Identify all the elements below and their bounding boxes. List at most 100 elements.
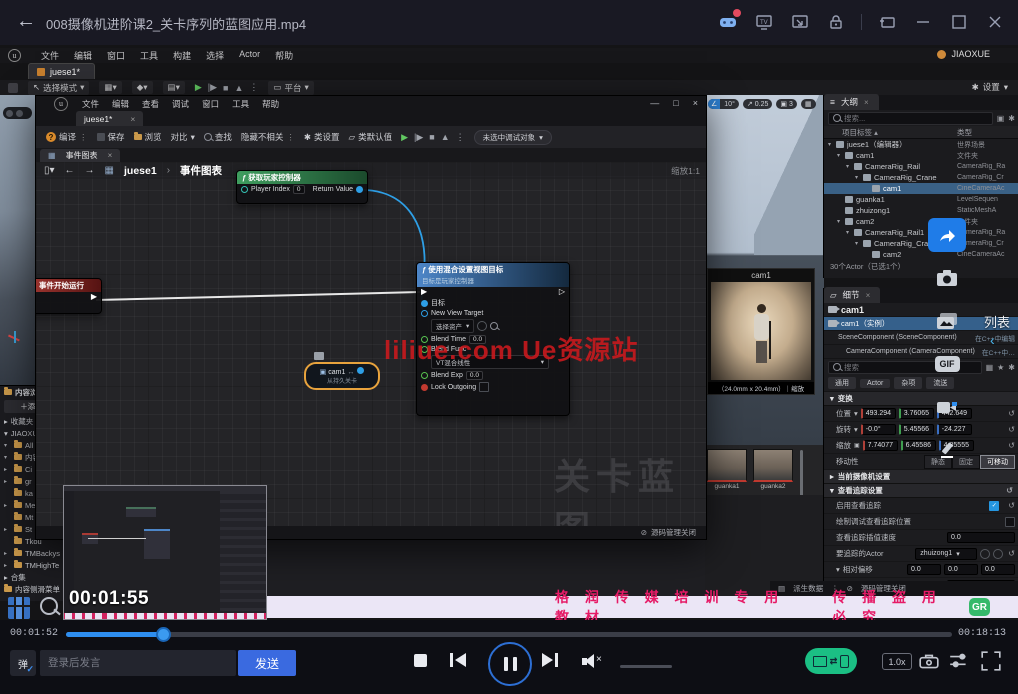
expand-arrow-icon[interactable]: ▾ [846,163,854,170]
viewport-mini-toolbar[interactable] [3,107,32,119]
outliner-row[interactable]: cam1 CineCameraAc [824,183,1018,194]
close-button[interactable] [984,11,1006,33]
expand-arrow-icon[interactable]: ▾ [828,141,836,148]
star-icon[interactable]: ★ [997,363,1004,372]
component-row[interactable]: SceneComponent (SceneComponent)在C++中编辑 [824,331,1018,345]
blueprint-menu-item[interactable]: 编辑 [112,98,129,110]
outliner-row[interactable]: ▾ CameraRig_Rail CameraRig_Ra [824,161,1018,172]
screenshot-button[interactable] [928,261,966,295]
back-button[interactable]: ← [16,10,36,33]
tv-cast-icon[interactable]: TV [753,11,775,33]
compile-button[interactable]: ?编译⋮ [46,131,88,143]
expand-arrow-icon[interactable]: ▾ [837,218,845,225]
expand-arrow-icon[interactable]: ▾ [4,442,11,449]
exec-out-pin[interactable]: ▶ [91,293,97,301]
exec-in-pin[interactable]: ▶ [421,288,427,296]
save-button[interactable]: 保存 [97,131,125,143]
ue-menu-item[interactable]: 构建 [173,49,191,62]
search-overlay-icon[interactable] [40,597,58,615]
ue-settings-button[interactable]: ✱设置▾ [972,81,1008,93]
chevron-down-icon[interactable]: ▾ [836,565,840,574]
reset-icon[interactable]: ↺ [1008,425,1015,434]
expand-arrow-icon[interactable]: ▾ [846,229,854,236]
ue-menu-item[interactable]: 文件 [41,49,59,62]
details-tab[interactable]: ▱细节× [824,287,880,303]
platforms-dropdown[interactable]: ▭平台▾ [268,81,313,95]
more-options-icon[interactable]: ⋮ [249,82,258,93]
ue-menu-item[interactable]: 帮助 [275,49,293,62]
save-level-icon[interactable] [8,83,18,93]
danmaku-toggle[interactable]: 弹✓ [10,650,36,676]
outliner-search-input[interactable]: 搜索... [828,112,993,125]
content-tree-row[interactable]: ▸ TMBackys [0,547,63,559]
offset-x-field[interactable]: 0.0 [907,564,941,575]
lock-icon[interactable] [825,11,847,33]
interp-speed-field[interactable]: 0.0 [947,532,1015,543]
expand-arrow-icon[interactable]: ▸ [4,550,11,557]
gif-record-button[interactable]: GIF [928,347,966,381]
filter-chip[interactable]: Actor [860,379,890,388]
outliner-row[interactable]: guanka1 LevelSequen [824,194,1018,205]
next-button[interactable] [542,652,562,668]
minimize-button[interactable] [912,11,934,33]
close-button[interactable]: × [693,98,698,108]
browse-button[interactable]: 浏览 [134,131,162,143]
annotate-button[interactable] [928,433,966,467]
share-button[interactable] [928,218,966,252]
new-view-target-pin[interactable] [421,310,428,317]
game-center-icon[interactable] [717,11,739,33]
outliner-row[interactable]: ▾ CameraRig_Cran CameraRig_Cr [824,238,1018,249]
source-control-label[interactable]: 源码管理关闭 [651,527,696,538]
settings-button[interactable] [948,650,970,672]
column-type[interactable]: 类型 [957,127,1018,138]
frame-skip-icon[interactable]: |▶ [208,82,217,93]
enable-tracking-checkbox[interactable]: ✓ [989,501,999,511]
target-pin[interactable] [421,300,428,307]
exec-out-pin[interactable]: ▷ [559,288,565,296]
outliner-row[interactable]: ▾ cam2 文件夹 [824,216,1018,227]
ue-menu-item[interactable]: 工具 [140,49,158,62]
eject-icon[interactable]: ▲ [234,83,243,93]
eyedropper-icon[interactable] [993,549,1003,559]
blueprint-menu-item[interactable]: 文件 [82,98,99,110]
browse-icon[interactable] [490,322,498,330]
fullscreen-button[interactable] [980,650,1002,672]
hide-unrelated-button[interactable]: 隐藏不相关⋮ [241,131,295,143]
blueprint-menu-item[interactable]: 工具 [232,98,249,110]
player-index-pin[interactable] [241,186,248,193]
blend-exp-value[interactable]: 0.0 [466,371,483,380]
blend-exp-pin[interactable] [421,372,428,379]
maximize-button[interactable]: □ [673,98,678,108]
angle-snap-badge[interactable]: ∠10° [708,99,739,109]
node-get-player-controller[interactable]: ƒ 获取玩家控制器 Player Index0 Return Value [236,170,368,204]
mini-window-icon[interactable] [789,11,811,33]
actor-dropdown[interactable]: zhuizong1▾ [915,548,977,560]
expand-arrow-icon[interactable]: ▾ [4,454,11,461]
close-icon[interactable]: × [864,98,869,107]
viewport-strip[interactable]: ∠10° ↗0.25 ▣3 ▦ cam1 （24.0mm x 20.4mm）｜缩… [705,95,824,445]
scale-x-field[interactable]: 7.74077 [863,440,898,451]
expand-arrow-icon[interactable]: ▾ [837,152,845,159]
playback-speed-button[interactable]: 1.0x [882,653,912,670]
batch-capture-button[interactable] [928,304,966,338]
find-button[interactable]: 查找 [204,131,232,143]
close-icon[interactable]: × [108,151,113,160]
content-drawer-row[interactable]: 内容侧滑菜单 [0,583,63,595]
minimize-button[interactable]: — [650,98,659,108]
lock-outgoing-checkbox[interactable] [479,382,489,392]
mute-button[interactable]: × [582,654,606,668]
reset-icon[interactable]: ↺ [1008,441,1015,450]
outliner-row[interactable]: ▾ CameraRig_Crane CameraRig_Cr [824,172,1018,183]
event-graph-canvas[interactable]: ▯▾ ← → ▦ juese1 › 事件图表 缩放1:1 ƒ 获取玩家控制器 [36,162,706,526]
reset-icon[interactable]: ↺ [1008,549,1015,558]
player-index-value[interactable]: 0 [293,185,305,194]
chat-input[interactable] [40,650,236,676]
asset-tile[interactable]: guanka2 [753,449,793,499]
close-icon[interactable]: × [866,291,871,300]
progress-knob[interactable] [156,627,171,642]
derived-data-label[interactable]: 派生数据 [793,583,823,594]
always-on-top-icon[interactable] [876,11,898,33]
blueprint-menu-item[interactable]: 帮助 [262,98,279,110]
grid-icon[interactable]: ▦ [986,363,994,372]
more-options-icon[interactable]: ⋮ [456,132,465,143]
